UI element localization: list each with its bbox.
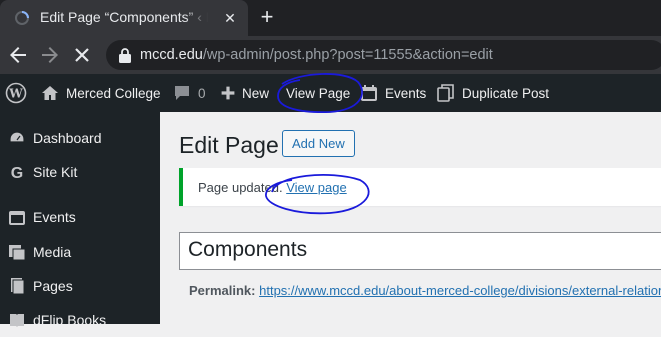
address-bar[interactable]: mccd.edu/wp-admin/post.php?post=11555&ac… <box>106 40 661 70</box>
permalink-url-link[interactable]: https://www.mccd.edu/about-merced-colleg… <box>259 283 661 298</box>
dashboard-icon <box>9 131 25 143</box>
comment-icon <box>175 86 189 100</box>
success-notice: Page updated. View page <box>179 168 661 206</box>
sidebar-item-dflip-books[interactable]: dFlip Books <box>0 303 160 337</box>
tab-close-icon[interactable]: ✕ <box>220 8 240 28</box>
admin-sidebar: Dashboard G Site Kit Events Media Pages … <box>0 112 160 328</box>
view-page-link[interactable]: View Page <box>286 74 350 112</box>
browser-tab-strip: Edit Page “Components” ‹ Merced College … <box>0 0 661 36</box>
permalink-label: Permalink: <box>189 283 256 298</box>
wp-admin-bar: W Merced College 0 New View Page Events … <box>0 74 661 112</box>
sidebar-item-site-kit[interactable]: G Site Kit <box>0 155 160 189</box>
main-content: Edit Page Add New Page updated. View pag… <box>160 112 661 324</box>
post-title-input[interactable]: Components <box>179 232 661 270</box>
calendar-icon <box>9 211 25 225</box>
google-g-icon: G <box>11 165 23 181</box>
lock-icon[interactable] <box>118 47 132 63</box>
sidebar-item-pages[interactable]: Pages <box>0 269 160 303</box>
media-icon <box>9 245 26 261</box>
forward-icon[interactable] <box>38 43 62 67</box>
view-page-notice-link[interactable]: View page <box>286 180 346 195</box>
duplicate-icon <box>437 84 454 102</box>
permalink-row: Permalink: https://www.mccd.edu/about-me… <box>189 283 661 298</box>
url-text: mccd.edu/wp-admin/post.php?post=11555&ac… <box>140 47 493 63</box>
add-new-button[interactable]: Add New <box>282 130 355 157</box>
svg-text:G: G <box>11 165 23 181</box>
sidebar-item-media[interactable]: Media <box>0 235 160 269</box>
wordpress-logo-icon[interactable]: W <box>5 74 27 112</box>
notice-message: Page updated. <box>198 180 283 195</box>
comments-link[interactable]: 0 <box>172 74 206 112</box>
back-icon[interactable] <box>6 43 30 67</box>
page-title: Edit Page <box>179 132 279 158</box>
calendar-icon <box>361 85 377 101</box>
browser-tab[interactable]: Edit Page “Components” ‹ Merced College … <box>0 0 248 36</box>
new-content-link[interactable]: New <box>220 74 269 112</box>
events-link[interactable]: Events <box>359 74 426 112</box>
plus-icon <box>221 86 235 100</box>
duplicate-post-link[interactable]: Duplicate Post <box>436 74 549 112</box>
sidebar-item-events[interactable]: Events <box>0 200 160 234</box>
pages-icon <box>11 278 25 295</box>
loading-spinner-icon <box>15 11 29 25</box>
tab-title: Edit Page “Components” ‹ Merced College <box>40 9 208 25</box>
sidebar-item-dashboard[interactable]: Dashboard <box>0 121 160 155</box>
svg-text:W: W <box>8 87 23 101</box>
browser-toolbar: mccd.edu/wp-admin/post.php?post=11555&ac… <box>0 36 661 74</box>
book-icon <box>10 314 24 327</box>
site-name-link[interactable]: Merced College <box>40 74 161 112</box>
stop-loading-icon[interactable] <box>70 43 94 67</box>
new-tab-button[interactable]: + <box>256 6 278 28</box>
home-icon <box>42 86 58 100</box>
